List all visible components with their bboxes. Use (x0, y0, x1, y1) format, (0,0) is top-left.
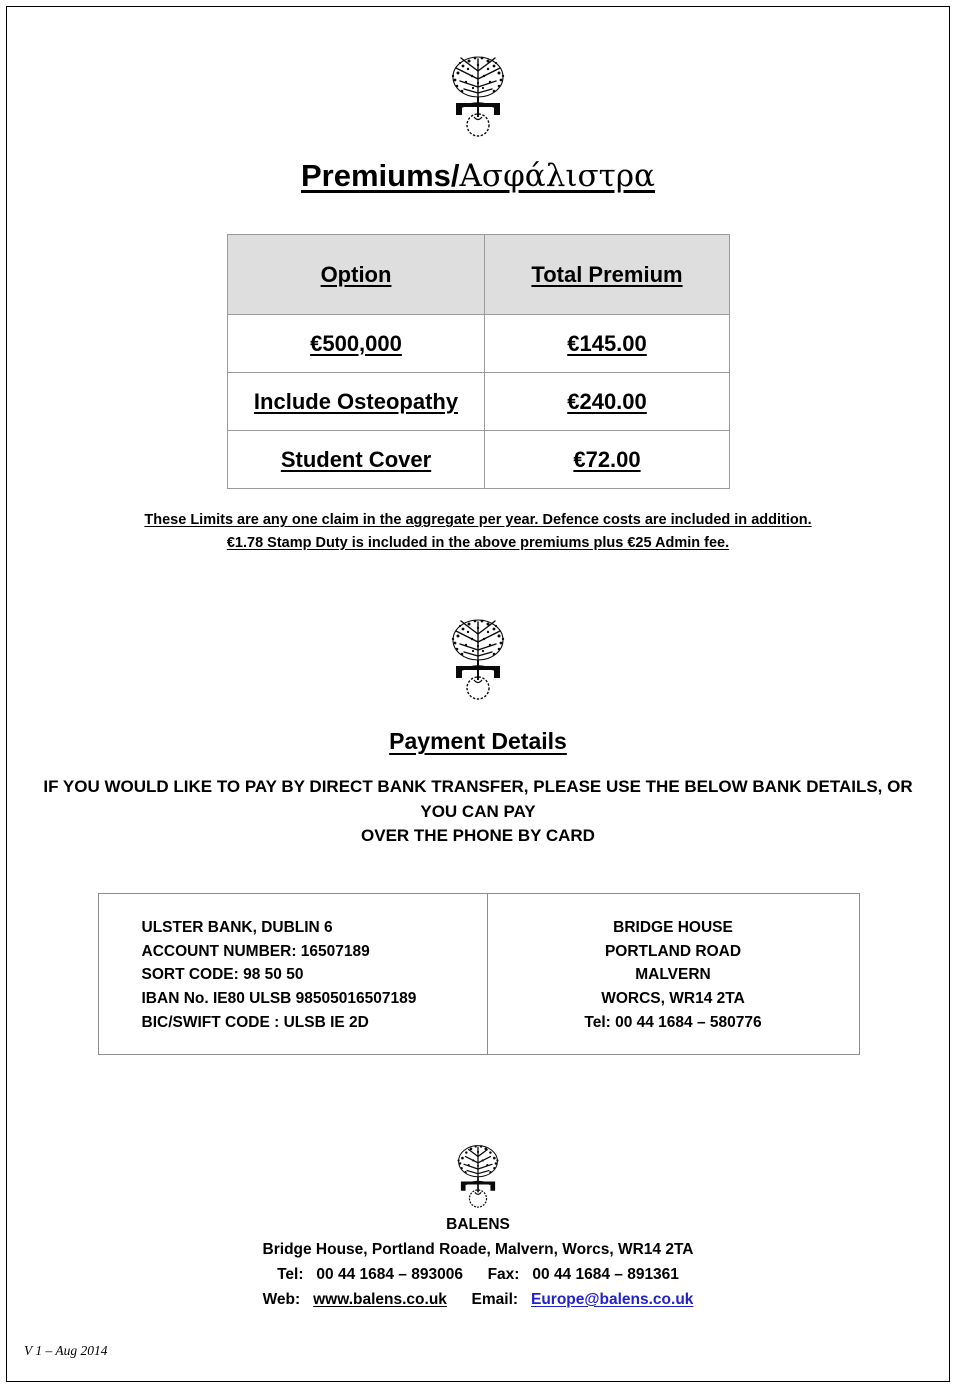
email-label: Email: (471, 1290, 519, 1308)
document-version: V 1 – Aug 2014 (24, 1343, 108, 1358)
bank-details-container: ULSTER BANK, DUBLIN 6 ACCOUNT NUMBER: 16… (97, 892, 860, 1056)
payment-intro-line-2: OVER THE PHONE BY CARD (361, 826, 595, 846)
address-phone: Tel: 00 44 1684 – 580776 (584, 1013, 762, 1031)
cell-premium: €145.00 (484, 314, 730, 374)
limits-note-line-2: €1.78 Stamp Duty is included in the abov… (226, 534, 730, 551)
column-header-option: Option (227, 234, 485, 316)
web-label: Web: (262, 1290, 301, 1308)
premium-table: Option Total Premium €500,000 €145.00 In… (227, 234, 730, 490)
balens-tree-logo (451, 56, 505, 137)
cell-option: €500,000 (227, 314, 485, 374)
tel-value: 00 44 1684 – 893006 (316, 1266, 463, 1284)
document-page: Premiums/Ασφάλιστρα Option Total Premium… (6, 6, 950, 1382)
balens-tree-logo (451, 619, 505, 700)
address-line-3: MALVERN (635, 966, 711, 984)
bank-name: ULSTER BANK, DUBLIN 6 (141, 918, 333, 936)
payment-intro: IF YOU WOULD LIKE TO PAY BY DIRECT BANK … (7, 755, 949, 849)
table-row: Student Cover €72.00 (227, 430, 730, 490)
bank-account-cell: ULSTER BANK, DUBLIN 6 ACCOUNT NUMBER: 16… (97, 892, 488, 1056)
fax-value: 00 44 1684 – 891361 (532, 1266, 679, 1284)
table-row: Include Osteopathy €240.00 (227, 372, 730, 432)
address-line-2: PORTLAND ROAD (604, 942, 742, 960)
table-row: ULSTER BANK, DUBLIN 6 ACCOUNT NUMBER: 16… (97, 892, 860, 1056)
page-title: Premiums/Ασφάλιστρα (7, 141, 949, 193)
fax-label: Fax: (487, 1266, 520, 1284)
address-line-4: WORCS, WR14 2TA (601, 990, 745, 1008)
company-name: BALENS (446, 1216, 510, 1234)
bank-sort-code: SORT CODE: 98 50 50 (141, 966, 304, 984)
cell-option: Student Cover (227, 430, 485, 490)
limits-note: These Limits are any one claim in the ag… (7, 489, 949, 554)
bank-bic-swift: BIC/SWIFT CODE : ULSB IE 2D (141, 1013, 369, 1031)
payment-details-heading: Payment Details (389, 728, 567, 755)
table-row: €500,000 €145.00 (227, 314, 730, 374)
page-title-latin: Premiums/ (301, 158, 460, 193)
company-address-cell: BRIDGE HOUSE PORTLAND ROAD MALVERN WORCS… (486, 892, 860, 1056)
website-link[interactable]: www.balens.co.uk (313, 1291, 447, 1308)
balens-tree-logo (457, 1145, 499, 1209)
payment-intro-line-1: IF YOU WOULD LIKE TO PAY BY DIRECT BANK … (43, 777, 913, 821)
page-title-greek: Ασφάλιστρα (459, 158, 655, 194)
tel-label: Tel: (277, 1266, 304, 1284)
column-header-total-premium: Total Premium (484, 234, 730, 316)
company-web-email: Web: www.balens.co.uk Email: Europe@bale… (7, 1288, 949, 1313)
address-line-1: BRIDGE HOUSE (613, 918, 733, 936)
table-header-row: Option Total Premium (227, 234, 730, 316)
bank-details-table: ULSTER BANK, DUBLIN 6 ACCOUNT NUMBER: 16… (97, 892, 860, 1056)
limits-note-line-1: These Limits are any one claim in the ag… (144, 512, 812, 529)
bank-account-number: ACCOUNT NUMBER: 16507189 (141, 942, 370, 960)
premium-table-container: Option Total Premium €500,000 €145.00 In… (227, 234, 730, 490)
email-link[interactable]: Europe@balens.co.uk (531, 1291, 693, 1308)
footer-contact-block: BALENS Bridge House, Portland Roade, Mal… (7, 1211, 949, 1312)
company-phone-fax: Tel: 00 44 1684 – 893006 Fax: 00 44 1684… (7, 1263, 949, 1288)
bank-iban: IBAN No. IE80 ULSB 98505016507189 (141, 990, 417, 1008)
cell-premium: €240.00 (484, 372, 730, 432)
cell-premium: €72.00 (484, 430, 730, 490)
cell-option: Include Osteopathy (227, 372, 485, 432)
company-address: Bridge House, Portland Roade, Malvern, W… (262, 1241, 694, 1259)
